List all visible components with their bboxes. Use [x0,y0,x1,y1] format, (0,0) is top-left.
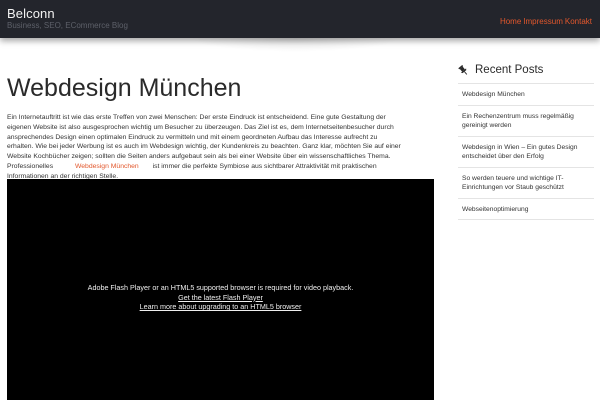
video-fallback-text: Adobe Flash Player or an HTML5 supported… [87,283,354,292]
site-tagline: Business, SEO, ECommerce Blog [7,21,128,30]
recent-post-link[interactable]: Ein Rechenzentrum muss regelmäßig gerein… [458,106,594,137]
recent-post-link[interactable]: So werden teuere und wichtige IT-Einrich… [458,168,594,199]
get-flash-link[interactable]: Get the latest Flash Player [7,293,434,303]
article-body: Ein Internetauftritt ist wie das erste T… [7,113,405,182]
recent-post-link[interactable]: Webseitenoptimierung [458,199,594,220]
recent-post-link[interactable]: Webdesign München [458,84,594,106]
recent-posts-heading: Recent Posts [458,62,594,78]
nav-item-kontakt[interactable]: Kontakt [565,17,592,26]
thumbtack-icon [458,64,469,76]
video-fallback-message: Adobe Flash Player or an HTML5 supported… [7,283,434,312]
video-player[interactable]: Adobe Flash Player or an HTML5 supported… [7,179,434,400]
article-text-after: ist immer die perfekte Symbiose aus sich… [7,162,377,180]
nav-item-home[interactable]: Home [500,17,521,26]
main-nav: Home Impressum Kontakt [500,17,592,26]
header-shadow [190,38,400,52]
recent-posts-list: Webdesign München Ein Rechenzentrum muss… [458,83,594,220]
article-inline-link[interactable]: Webdesign München [75,163,139,170]
page-title: Webdesign München [7,74,242,102]
article-text-before: Ein Internetauftritt ist wie das erste T… [7,114,401,170]
site-header: Belconn Business, SEO, ECommerce Blog Ho… [0,0,600,38]
nav-item-impressum[interactable]: Impressum [523,17,563,26]
site-title[interactable]: Belconn [7,6,55,21]
sidebar: Recent Posts Webdesign München Ein Reche… [458,62,594,220]
recent-post-link[interactable]: Webdesign in Wien – Ein gutes Design ent… [458,137,594,168]
widget-title: Recent Posts [475,64,544,76]
html5-upgrade-link[interactable]: Learn more about upgrading to an HTML5 b… [7,302,434,312]
